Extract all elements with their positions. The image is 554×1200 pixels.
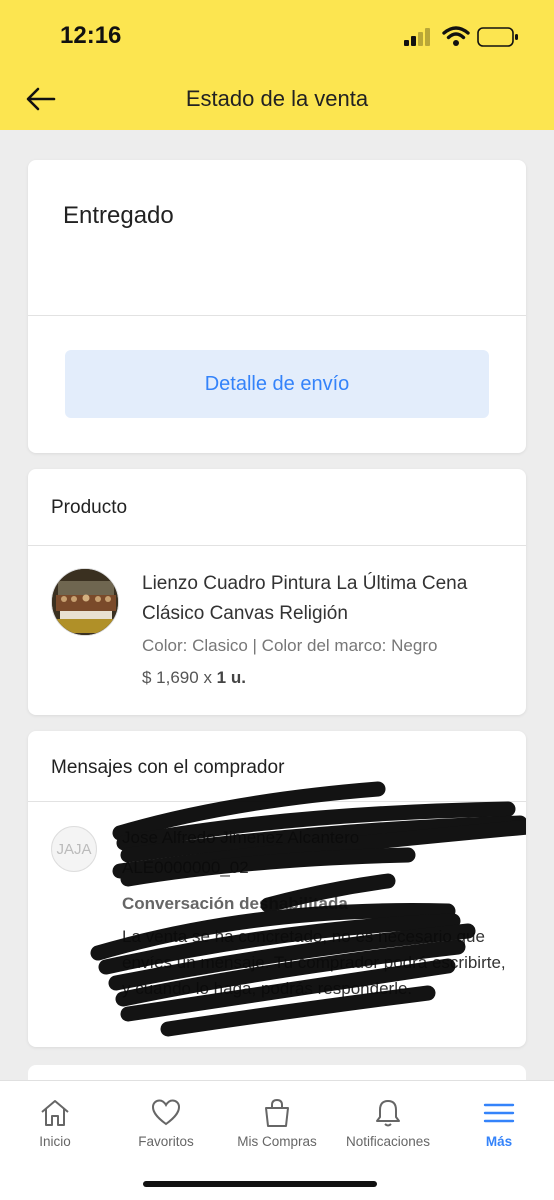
status-bar: 12:16 xyxy=(0,0,554,72)
status-time: 12:16 xyxy=(60,22,122,49)
tab-favoritos[interactable]: Favoritos xyxy=(111,1081,221,1171)
tab-mas[interactable]: Más xyxy=(444,1081,554,1171)
tab-label: Más xyxy=(485,1134,513,1149)
price-amount: $ 1,690 x xyxy=(142,668,217,687)
battery-icon xyxy=(477,27,518,47)
sale-status: Entregado xyxy=(63,202,174,229)
product-section-title: Producto xyxy=(51,497,128,518)
conversation-text: La venta se ha concretado, no es necesar… xyxy=(122,927,506,998)
tab-label: Inicio xyxy=(39,1134,71,1149)
product-price: $ 1,690 x 1 u. xyxy=(142,668,246,688)
order-id: ALE0000000_02 xyxy=(122,858,249,877)
nav-row: Estado de la venta xyxy=(0,76,554,122)
quantity: 1 u. xyxy=(216,668,246,687)
menu-icon xyxy=(483,1103,515,1123)
product-name[interactable]: Lienzo Cuadro Pintura La Última Cena Clá… xyxy=(142,569,502,629)
product-thumbnail[interactable] xyxy=(51,568,119,636)
status-card: Entregado Detalle de envío xyxy=(28,160,526,453)
bell-icon xyxy=(376,1100,400,1127)
messages-card: Mensajes con el comprador JAJA Jose Alfr… xyxy=(28,731,526,1047)
wifi-icon xyxy=(442,26,470,46)
signal-icon xyxy=(404,28,430,46)
tab-notificaciones[interactable]: Notificaciones xyxy=(333,1081,443,1171)
home-indicator xyxy=(143,1181,377,1187)
shopping-bag-icon xyxy=(265,1098,289,1127)
divider xyxy=(28,315,526,316)
shipping-detail-button[interactable]: Detalle de envío xyxy=(65,350,489,418)
buyer-avatar: JAJA xyxy=(51,826,97,872)
divider xyxy=(28,801,526,802)
page-title: Estado de la venta xyxy=(185,86,369,111)
divider xyxy=(28,545,526,546)
product-variant: Color: Clasico | Color del marco: Negro xyxy=(142,636,438,655)
home-icon xyxy=(41,1100,69,1126)
product-image xyxy=(52,569,118,635)
heart-icon xyxy=(151,1099,181,1126)
tab-inicio[interactable]: Inicio xyxy=(0,1081,110,1171)
tab-label: Notificaciones xyxy=(345,1134,431,1149)
messages-section-title: Mensajes con el comprador xyxy=(51,757,285,778)
tab-label: Mis Compras xyxy=(237,1134,317,1149)
tab-mis-compras[interactable]: Mis Compras xyxy=(222,1081,332,1171)
product-card: Producto Lienzo Cuadro Pintura La Última… xyxy=(28,469,526,715)
app-header: 12:16 Estado de la venta xyxy=(0,0,554,130)
tab-label: Favoritos xyxy=(138,1134,194,1149)
buyer-name: Jose Alfredo Jimenez Alcantero xyxy=(122,828,360,847)
conversation-status: Conversación deshabilitada xyxy=(122,894,348,913)
